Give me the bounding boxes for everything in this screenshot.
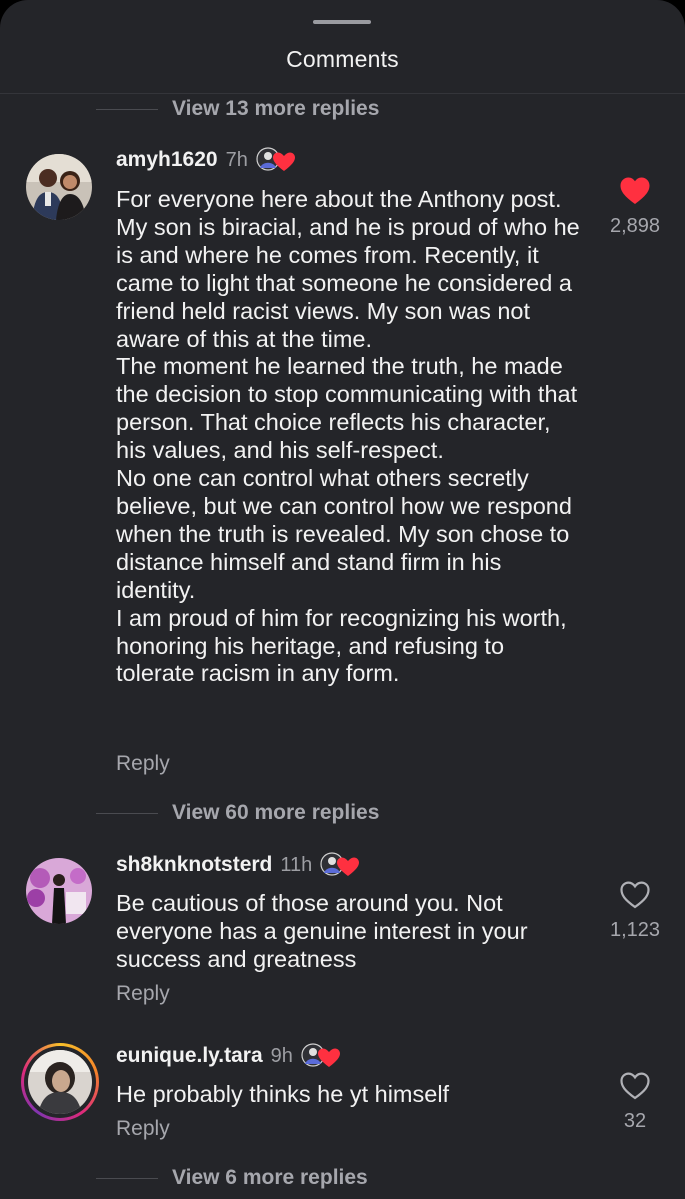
- like-count: 32: [623, 1110, 647, 1132]
- username[interactable]: eunique.ly.tara: [116, 1044, 263, 1068]
- username[interactable]: sh8knknotsterd: [116, 853, 272, 877]
- comment-meta: sh8knknotsterd 11h: [116, 851, 360, 879]
- heart-filled-icon: [620, 177, 650, 204]
- view-more-replies-label: View 13 more replies: [172, 97, 380, 120]
- creator-liked-badge-icon: [299, 1042, 341, 1070]
- username[interactable]: amyh1620: [116, 148, 218, 172]
- reply-button[interactable]: Reply: [116, 982, 170, 1006]
- view-more-replies-button[interactable]: View 13 more replies: [96, 94, 379, 124]
- comment-text: For everyone here about the Anthony post…: [116, 186, 580, 687]
- like-button[interactable]: 32: [600, 1071, 670, 1133]
- avatar-ring-gap: [24, 1046, 96, 1118]
- drag-handle[interactable]: [313, 20, 371, 24]
- comment-text: He probably thinks he yt himself: [116, 1081, 450, 1107]
- like-count: 1,123: [609, 919, 661, 941]
- sheet-title: Comments: [286, 46, 399, 72]
- view-more-replies-button[interactable]: View 60 more replies: [96, 798, 379, 828]
- reply-button[interactable]: Reply: [116, 752, 170, 776]
- comments-sheet: Comments View 13 more replies amyh1620 7…: [0, 0, 685, 1199]
- reply-button[interactable]: Reply: [116, 1117, 170, 1141]
- view-more-replies-button[interactable]: View 6 more replies: [96, 1163, 368, 1193]
- avatar-story-ring[interactable]: [21, 1043, 99, 1121]
- creator-liked-badge-icon: [318, 851, 360, 879]
- comment-text: Be cautious of those around you. Not eve…: [116, 890, 528, 972]
- timestamp: 7h: [225, 148, 248, 171]
- timestamp: 11h: [280, 853, 313, 876]
- avatar: [28, 1050, 92, 1114]
- thread-line: [96, 1177, 158, 1179]
- like-count: 2,898: [609, 215, 661, 237]
- view-more-replies-label: View 60 more replies: [172, 801, 380, 824]
- avatar[interactable]: [26, 858, 92, 924]
- comment-meta: eunique.ly.tara 9h: [116, 1042, 341, 1070]
- comment-meta: amyh1620 7h: [116, 146, 296, 174]
- avatar[interactable]: [26, 154, 92, 220]
- creator-liked-badge-icon: [254, 146, 296, 174]
- heart-outline-icon: [620, 1072, 650, 1100]
- like-button[interactable]: 1,123: [600, 880, 670, 942]
- thread-line: [96, 812, 158, 814]
- view-more-replies-label: View 6 more replies: [172, 1166, 368, 1189]
- like-button[interactable]: 2,898: [600, 176, 670, 238]
- thread-line: [96, 108, 158, 110]
- timestamp: 9h: [270, 1044, 293, 1067]
- heart-outline-icon: [620, 881, 650, 909]
